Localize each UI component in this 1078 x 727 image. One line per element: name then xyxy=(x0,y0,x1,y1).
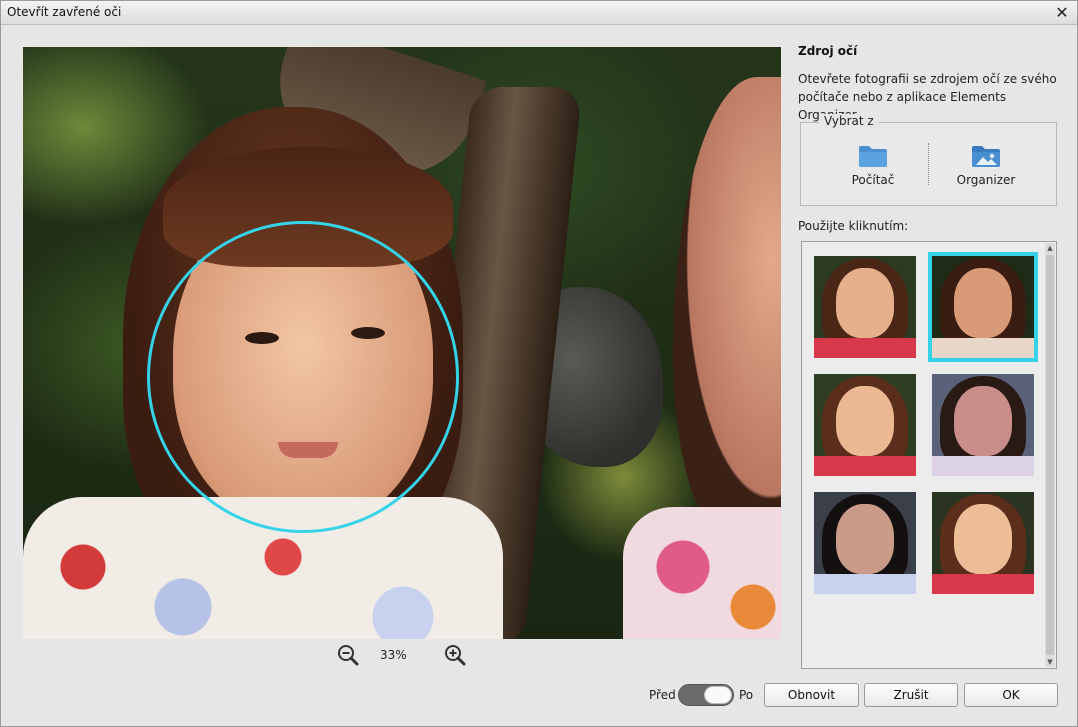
source-picker-group: Vybrat z Počítač Organizer xyxy=(800,114,1057,206)
scroll-thumb[interactable] xyxy=(1046,255,1054,655)
thumbnail-face xyxy=(954,504,1012,574)
thumbnails-label: Použijte kliknutím: xyxy=(798,219,909,233)
reset-button[interactable]: Obnovit xyxy=(764,683,859,707)
thumbnail-kimono xyxy=(932,574,1034,594)
after-label: Po xyxy=(739,688,754,702)
photo-canvas[interactable] xyxy=(23,47,781,639)
cancel-button[interactable]: Zrušit xyxy=(864,683,958,707)
source-organizer-button[interactable]: Organizer xyxy=(936,143,1036,199)
thumbnail-face xyxy=(954,268,1012,338)
thumbnail-list: ▲ ▼ xyxy=(801,241,1057,669)
eye-source-thumbnail[interactable] xyxy=(814,374,916,476)
before-after-toggle[interactable] xyxy=(678,684,734,706)
eye-source-thumbnail[interactable] xyxy=(814,492,916,594)
zoom-level: 33% xyxy=(380,648,407,662)
thumbnail-kimono xyxy=(814,574,916,594)
image-folder-icon xyxy=(972,146,1000,167)
eye-source-thumbnail[interactable] xyxy=(932,374,1034,476)
thumbnail-kimono xyxy=(932,338,1034,358)
thumbnail-scrollbar[interactable]: ▲ ▼ xyxy=(1045,243,1055,667)
zoom-in-icon[interactable] xyxy=(443,643,467,667)
thumbnail-face xyxy=(836,386,894,456)
scroll-up-icon[interactable]: ▲ xyxy=(1045,243,1055,253)
eye-source-thumbnail[interactable] xyxy=(932,492,1034,594)
toggle-knob xyxy=(704,686,732,704)
source-organizer-label: Organizer xyxy=(956,173,1016,187)
thumbnail-face xyxy=(836,504,894,574)
thumbnail-face xyxy=(954,386,1012,456)
dialog-window: Otevřít zavřené oči ✕ 33% Zdroj očí Otev… xyxy=(0,0,1078,727)
photo-second-kimono xyxy=(623,507,781,639)
zoom-out-icon[interactable] xyxy=(336,643,360,667)
eye-source-thumbnail[interactable] xyxy=(928,252,1038,362)
source-computer-button[interactable]: Počítač xyxy=(823,143,923,199)
window-title: Otevřít zavřené oči xyxy=(7,5,122,19)
source-computer-label: Počítač xyxy=(851,173,895,187)
thumbnail-face xyxy=(836,268,894,338)
close-icon[interactable]: ✕ xyxy=(1053,3,1071,22)
thumbnail-kimono xyxy=(814,456,916,476)
source-divider xyxy=(928,143,929,185)
panel-heading: Zdroj očí xyxy=(798,44,858,58)
dialog-footer: Před Po Obnovit Zrušit OK xyxy=(1,683,1077,723)
face-selection-circle[interactable] xyxy=(147,221,459,533)
source-picker-label: Vybrat z xyxy=(819,114,879,128)
folder-icon xyxy=(859,146,887,167)
ok-button[interactable]: OK xyxy=(964,683,1058,707)
before-label: Před xyxy=(649,688,676,702)
scroll-down-icon[interactable]: ▼ xyxy=(1045,657,1055,667)
zoom-bar: 33% xyxy=(23,641,781,671)
thumbnail-kimono xyxy=(932,456,1034,476)
title-bar: Otevřít zavřené oči ✕ xyxy=(1,1,1077,25)
thumbnail-kimono xyxy=(814,338,916,358)
eye-source-thumbnail[interactable] xyxy=(814,256,916,358)
